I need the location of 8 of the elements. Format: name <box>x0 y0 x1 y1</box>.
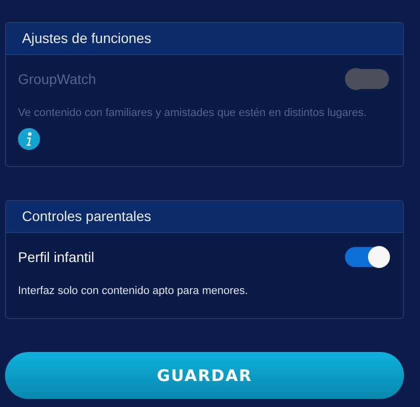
toggle-switch[interactable] <box>345 247 389 267</box>
setting-name: Perfil infantil <box>18 249 94 265</box>
setting-description: Ve contenido con familiares y amistades que estén en distintos lugares. <box>18 107 367 119</box>
section-title: Controles parentales <box>6 201 403 233</box>
setting-name: GroupWatch <box>18 71 96 87</box>
save-button[interactable]: GUARDAR <box>5 352 404 399</box>
setting-description: Interfaz solo con contenido apto para menores. <box>18 285 248 297</box>
section-title: Ajustes de funciones <box>6 23 403 55</box>
